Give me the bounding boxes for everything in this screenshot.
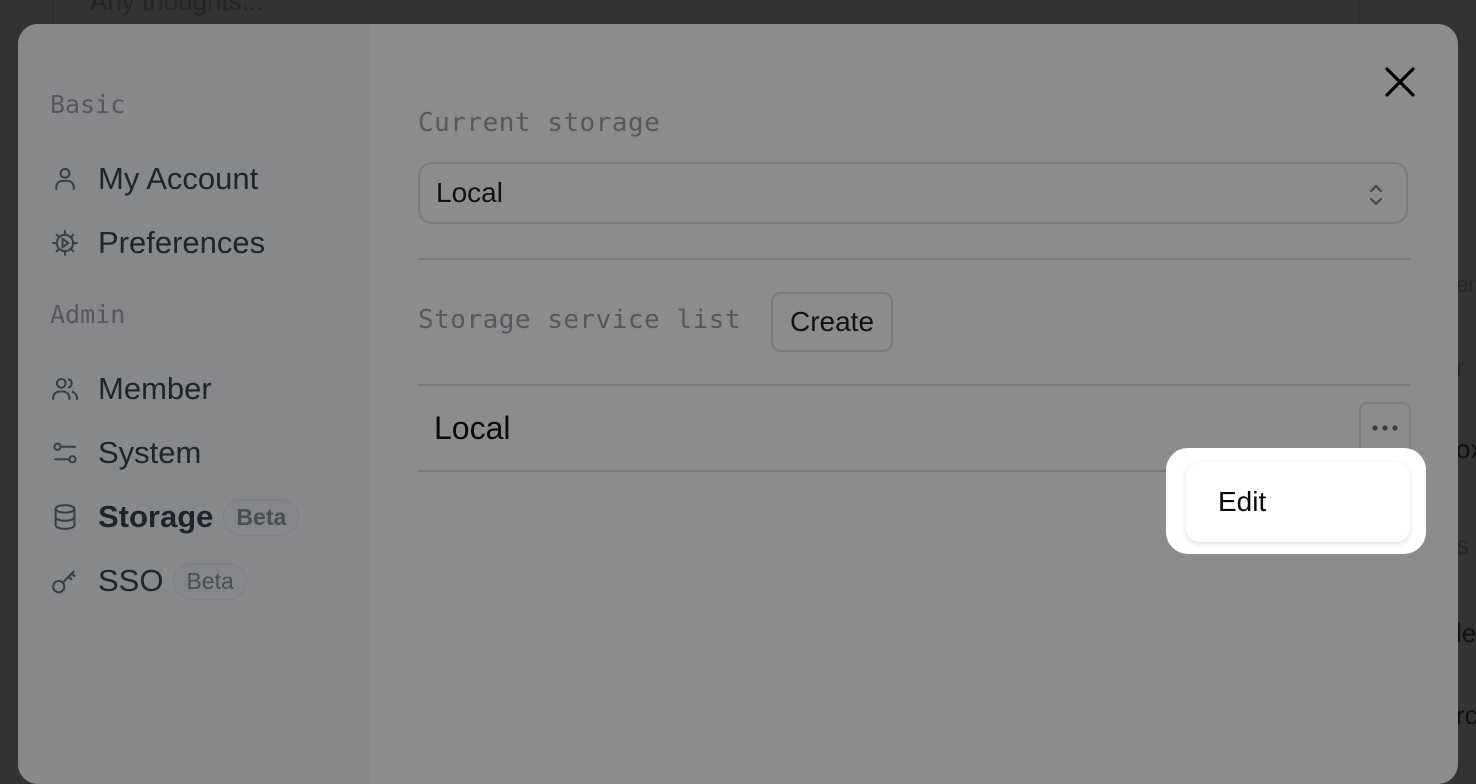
background-text-fragment: er	[1456, 272, 1476, 297]
storage-service-list-label: Storage service list	[418, 305, 742, 335]
current-storage-select[interactable]: Local	[418, 162, 1408, 224]
background-divider	[52, 0, 54, 24]
current-storage-label: Current storage	[418, 108, 661, 138]
background-text-fragment: rc	[1456, 700, 1476, 730]
list-top-divider	[418, 384, 1410, 386]
section-divider	[418, 258, 1410, 260]
create-button[interactable]: Create	[771, 292, 893, 352]
storage-service-name: Local	[434, 410, 511, 446]
chevron-up-down-icon	[1369, 184, 1383, 206]
editor-placeholder: Any thoughts...	[90, 0, 264, 16]
background-divider	[1358, 0, 1360, 24]
close-icon	[1385, 67, 1415, 97]
close-button[interactable]	[1382, 64, 1418, 100]
storage-panel: Current storage Local Storage service li…	[18, 24, 1458, 766]
row-options-menu: Edit	[1186, 462, 1410, 542]
menu-item-edit[interactable]: Edit	[1186, 486, 1410, 518]
background-text-fragment: le	[1456, 618, 1476, 648]
background-text-fragment: ox	[1456, 434, 1476, 464]
more-horizontal-icon	[1372, 425, 1398, 431]
current-storage-value: Local	[436, 177, 503, 208]
more-options-button[interactable]	[1359, 402, 1411, 454]
